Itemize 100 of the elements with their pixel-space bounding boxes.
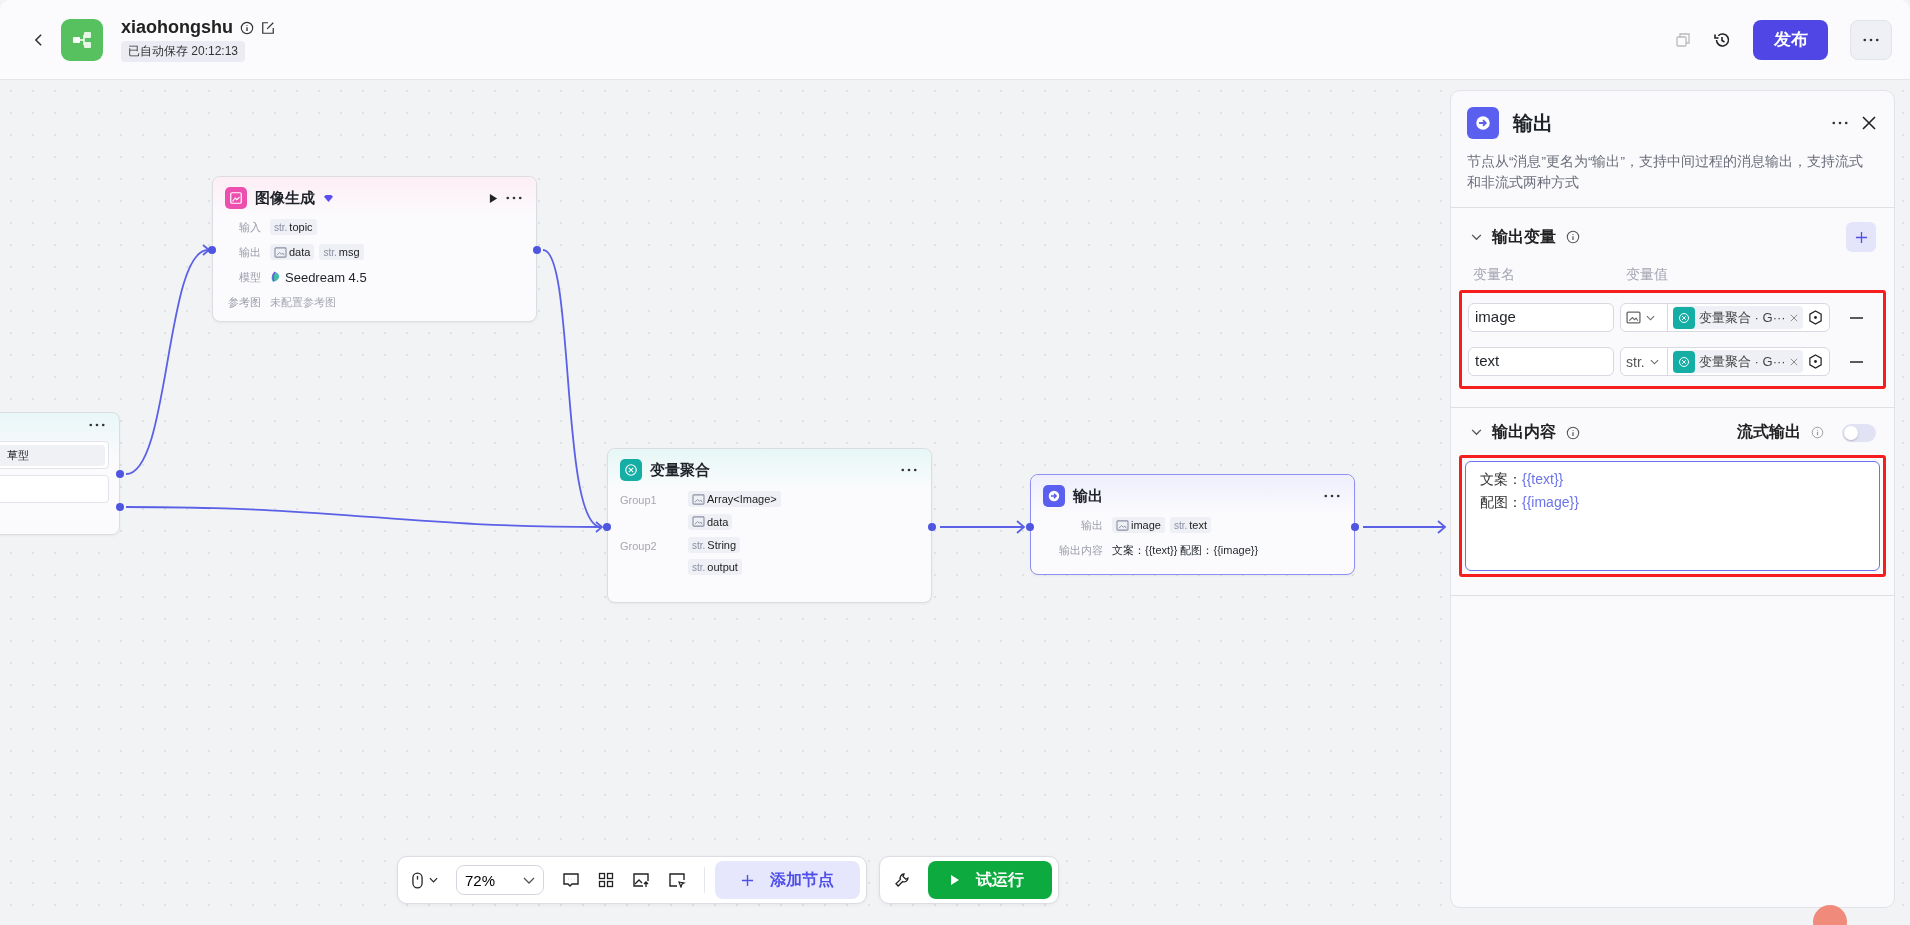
add-variable-button[interactable] <box>1846 222 1876 252</box>
play-icon[interactable] <box>489 192 498 204</box>
variable-node-icon <box>1673 306 1695 329</box>
type-select[interactable]: str. <box>1621 348 1668 375</box>
variable-tag: data <box>270 244 315 260</box>
field-label: 输入 <box>238 219 262 235</box>
annotation-icon[interactable] <box>668 872 686 888</box>
image-type-icon <box>274 246 287 258</box>
info-icon[interactable] <box>1566 425 1580 440</box>
output-node-icon <box>1043 485 1065 507</box>
variable-tag: image <box>1112 517 1165 533</box>
caret-icon <box>1646 314 1655 321</box>
field-value: 草型 <box>0 444 105 466</box>
edit-icon[interactable] <box>261 20 275 35</box>
remove-icon[interactable] <box>1849 316 1863 319</box>
mouse-mode-button[interactable] <box>412 871 438 889</box>
variable-node-icon <box>1673 350 1695 373</box>
zoom-select[interactable]: 72% <box>456 865 544 895</box>
variable-tag: Array<Image> <box>688 491 781 507</box>
streaming-label: 流式输出 <box>1737 422 1801 442</box>
variable-reference-chip[interactable]: 变量聚合 · G··· <box>1673 306 1803 329</box>
output-content-editor[interactable]: 文案：{{text}} 配图：{{image}} <box>1465 461 1880 571</box>
variable-name-field[interactable]: image <box>1468 303 1614 332</box>
more-icon[interactable] <box>901 468 917 472</box>
model-name: Seedream 4.5 <box>285 269 367 285</box>
workflow-node[interactable]: 输出 输出 image str. text 输出内容 文案：{{text}} 配图：{{image}} <box>1030 474 1355 575</box>
field-value: 未配置参考图 <box>270 294 336 310</box>
group-label: Group2 <box>620 539 658 554</box>
section-title: 输出变量 <box>1492 226 1556 247</box>
variable-tag: str. text <box>1169 517 1212 533</box>
type-label: str. <box>1626 353 1645 370</box>
port-dot[interactable] <box>208 246 216 254</box>
collapse-caret-icon[interactable] <box>1471 233 1482 241</box>
field-label: 输出 <box>238 244 262 260</box>
more-icon[interactable] <box>506 196 522 200</box>
back-icon[interactable] <box>34 32 43 47</box>
port-dot[interactable] <box>1351 523 1359 531</box>
image-upload-icon[interactable] <box>632 872 650 888</box>
add-node-button[interactable]: 添加节点 <box>715 861 860 899</box>
port-dot[interactable] <box>533 246 541 254</box>
target-icon[interactable] <box>1807 310 1823 325</box>
history-icon[interactable] <box>1713 30 1731 49</box>
column-header: 变量值 <box>1626 266 1668 284</box>
image-type-icon <box>692 493 705 505</box>
plus-icon <box>1854 230 1868 244</box>
workflow-node[interactable]: 变量聚合 Group1 Array<Image> data Group2 str. String str. output <box>607 448 932 603</box>
column-header: 变量名 <box>1473 266 1516 284</box>
input-field[interactable] <box>0 475 109 503</box>
image-type-icon <box>1626 311 1641 324</box>
workflow-node[interactable]: 图像生成 输入 str. topic 输出 data str. msg 模型 Seedream 4.5 参考图 未配置参考图 <box>212 176 537 322</box>
port-dot[interactable] <box>928 523 936 531</box>
comment-icon[interactable] <box>562 872 580 888</box>
port-dot[interactable] <box>1026 523 1034 531</box>
wrench-icon[interactable] <box>894 872 910 888</box>
variable-tag: str. output <box>688 559 742 575</box>
caret-icon <box>429 877 438 883</box>
workflow-app-icon <box>61 18 103 61</box>
variable-reference-chip[interactable]: 变量聚合 · G··· <box>1673 350 1803 373</box>
group-label: Group1 <box>620 493 658 508</box>
image-type-icon <box>1116 519 1129 531</box>
image-type-icon <box>692 516 705 527</box>
play-icon <box>950 874 960 886</box>
variable-tag: str. msg <box>319 244 364 260</box>
grid-layout-icon[interactable] <box>598 872 614 888</box>
port-dot[interactable] <box>116 470 124 478</box>
autosave-badge: 已自动保存 20:12:13 <box>121 41 246 62</box>
variable-tag: data <box>688 513 733 530</box>
streaming-toggle[interactable] <box>1842 423 1876 442</box>
panel-description: 节点从“消息”更名为“输出”，支持中间过程的消息输出，支持流式和非流式两种方式 <box>1467 153 1864 192</box>
panel-title: 输出 <box>1513 110 1553 136</box>
node-title: 输出 <box>1073 486 1103 506</box>
collapse-caret-icon[interactable] <box>1471 429 1482 436</box>
publish-button[interactable]: 发布 <box>1753 19 1828 60</box>
workflow-node[interactable]: 草型 <box>0 412 120 535</box>
field-label: 参考图 <box>227 294 262 310</box>
variable-name-field[interactable]: text <box>1468 347 1614 376</box>
more-icon[interactable] <box>1832 121 1848 125</box>
node-title: 变量聚合 <box>650 460 710 480</box>
model-logo-icon <box>270 271 280 283</box>
info-icon[interactable] <box>1566 230 1580 244</box>
variable-value-field[interactable]: str. 变量聚合 · G··· <box>1620 347 1830 376</box>
field-value: 文案：{{text}} 配图：{{image}} <box>1112 542 1259 558</box>
info-icon[interactable] <box>240 20 254 35</box>
target-icon[interactable] <box>1807 354 1823 369</box>
caret-icon <box>523 876 535 884</box>
remove-icon[interactable] <box>1849 360 1863 363</box>
variable-tag: str. topic <box>270 219 317 235</box>
field-label: 输出内容 <box>1058 542 1104 558</box>
caret-icon <box>1649 358 1659 365</box>
port-dot[interactable] <box>116 503 124 511</box>
more-icon[interactable] <box>1324 494 1340 498</box>
variable-value-field[interactable]: 变量聚合 · G··· <box>1620 303 1830 332</box>
variable-node-icon <box>620 459 642 481</box>
output-node-icon <box>1467 107 1499 139</box>
more-icon[interactable] <box>89 423 105 427</box>
workflow-title: xiaohongshu <box>121 17 233 38</box>
close-icon[interactable] <box>1862 116 1876 130</box>
port-dot[interactable] <box>603 523 611 531</box>
field-label: 输出 <box>1080 517 1104 533</box>
variable-tag: str. String <box>688 537 741 553</box>
